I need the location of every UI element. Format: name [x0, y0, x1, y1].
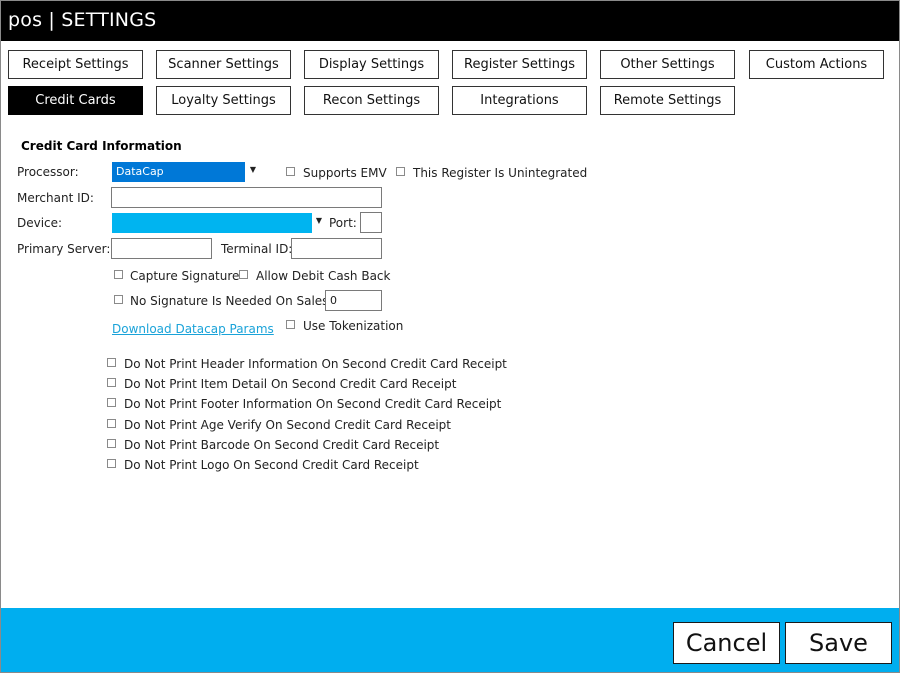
processor-select[interactable]: DataCap ▼ — [112, 162, 260, 182]
capture-signature-label: Capture Signature — [130, 269, 240, 283]
terminal-id-input[interactable] — [291, 238, 382, 259]
primary-server-input[interactable] — [111, 238, 212, 259]
merchant-id-label: Merchant ID: — [17, 191, 94, 205]
tab-custom-actions[interactable]: Custom Actions — [749, 50, 884, 79]
tab-integrations[interactable]: Integrations — [452, 86, 587, 115]
tab-recon-settings[interactable]: Recon Settings — [304, 86, 439, 115]
receipt-option-label: Do Not Print Item Detail On Second Credi… — [124, 377, 457, 391]
unintegrated-label: This Register Is Unintegrated — [413, 166, 588, 180]
settings-window: pos | SETTINGS Receipt Settings Scanner … — [0, 0, 900, 673]
section-title: Credit Card Information — [21, 139, 182, 153]
receipt-option-label: Do Not Print Logo On Second Credit Card … — [124, 458, 419, 472]
receipt-option-checkbox[interactable] — [107, 378, 116, 387]
title-bar: pos | SETTINGS — [1, 1, 899, 41]
no-signature-checkbox[interactable] — [114, 295, 123, 304]
supports-emv-checkbox[interactable] — [286, 167, 295, 176]
unintegrated-checkbox[interactable] — [396, 167, 405, 176]
use-tokenization-checkbox[interactable] — [286, 320, 295, 329]
tab-other-settings[interactable]: Other Settings — [600, 50, 735, 79]
processor-label: Processor: — [17, 165, 79, 179]
tab-remote-settings[interactable]: Remote Settings — [600, 86, 735, 115]
use-tokenization-label: Use Tokenization — [303, 319, 404, 333]
receipt-option-label: Do Not Print Footer Information On Secon… — [124, 397, 502, 411]
port-input[interactable] — [360, 212, 382, 233]
receipt-option-checkbox[interactable] — [107, 439, 116, 448]
port-label: Port: — [329, 216, 357, 230]
no-signature-label: No Signature Is Needed On Sales < — [130, 294, 343, 308]
capture-signature-checkbox[interactable] — [114, 270, 123, 279]
tab-receipt-settings[interactable]: Receipt Settings — [8, 50, 143, 79]
primary-server-label: Primary Server: — [17, 242, 111, 256]
download-datacap-params-link[interactable]: Download Datacap Params — [112, 322, 274, 336]
receipt-option-checkbox[interactable] — [107, 419, 116, 428]
merchant-id-input[interactable] — [111, 187, 382, 208]
chevron-down-icon: ▼ — [249, 165, 257, 174]
tab-display-settings[interactable]: Display Settings — [304, 50, 439, 79]
allow-debit-checkbox[interactable] — [239, 270, 248, 279]
allow-debit-label: Allow Debit Cash Back — [256, 269, 391, 283]
supports-emv-label: Supports EMV — [303, 166, 387, 180]
receipt-option-checkbox[interactable] — [107, 459, 116, 468]
save-button[interactable]: Save — [785, 622, 892, 664]
receipt-option-label: Do Not Print Barcode On Second Credit Ca… — [124, 438, 440, 452]
tab-credit-cards[interactable]: Credit Cards — [8, 86, 143, 115]
receipt-option-label: Do Not Print Header Information On Secon… — [124, 357, 507, 371]
processor-value: DataCap — [112, 162, 245, 182]
footer-bar: Cancel Save — [1, 608, 899, 672]
cancel-button[interactable]: Cancel — [673, 622, 780, 664]
receipt-option-label: Do Not Print Age Verify On Second Credit… — [124, 418, 451, 432]
device-label: Device: — [17, 216, 63, 230]
tab-scanner-settings[interactable]: Scanner Settings — [156, 50, 291, 79]
receipt-option-checkbox[interactable] — [107, 358, 116, 367]
no-signature-amount-input[interactable]: 0 — [325, 290, 382, 311]
tab-register-settings[interactable]: Register Settings — [452, 50, 587, 79]
window-title: pos | SETTINGS — [8, 9, 157, 31]
terminal-id-label: Terminal ID: — [221, 242, 293, 256]
chevron-down-icon: ▼ — [315, 216, 323, 225]
device-select[interactable]: ▼ — [112, 213, 326, 233]
tab-loyalty-settings[interactable]: Loyalty Settings — [156, 86, 291, 115]
device-value — [112, 213, 312, 233]
receipt-option-checkbox[interactable] — [107, 398, 116, 407]
